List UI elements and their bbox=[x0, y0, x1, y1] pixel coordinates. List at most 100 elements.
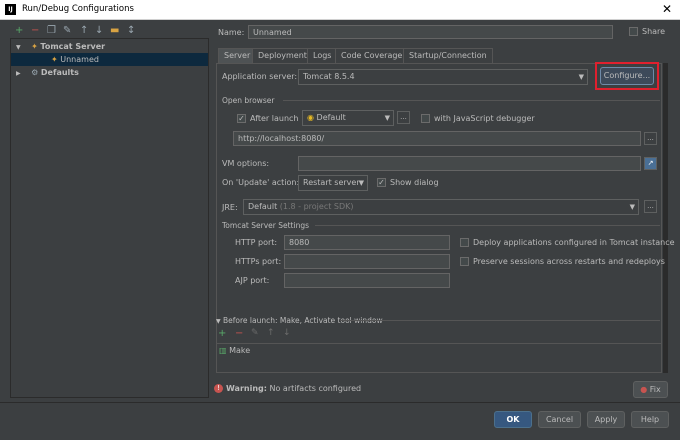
http-port-label: HTTP port: bbox=[235, 238, 278, 247]
tree-item-label: Defaults bbox=[40, 68, 79, 77]
url-more-button[interactable]: ... bbox=[644, 132, 657, 145]
tab-code-coverage[interactable]: Code Coverage bbox=[335, 48, 409, 63]
tomcat-config-icon: ✦ bbox=[51, 55, 58, 64]
after-launch-checkbox[interactable]: ✓ bbox=[237, 114, 246, 123]
browser-more-button[interactable]: ... bbox=[397, 111, 410, 124]
make-icon: ▥ bbox=[219, 346, 227, 355]
warning-prefix: Warning: bbox=[226, 384, 267, 393]
window-titlebar: IJ Run/Debug Configurations ✕ bbox=[0, 0, 680, 20]
sort-icon[interactable]: ↕ bbox=[127, 25, 135, 37]
folder-icon[interactable]: ▬ bbox=[110, 25, 119, 37]
before-launch-list bbox=[216, 343, 662, 373]
tab-server[interactable]: Server bbox=[218, 48, 257, 63]
apply-button[interactable]: Apply bbox=[587, 411, 625, 428]
share-checkbox[interactable] bbox=[629, 27, 638, 36]
tree-item-label: Unnamed bbox=[60, 55, 99, 64]
tomcat-icon: ✦ bbox=[31, 42, 38, 51]
ajp-port-input[interactable] bbox=[284, 273, 450, 288]
deploy-apps-label: Deploy applications configured in Tomcat… bbox=[473, 238, 675, 247]
edit-task-icon[interactable]: ✎ bbox=[251, 328, 259, 338]
jre-more-button[interactable]: ... bbox=[644, 200, 657, 213]
list-item[interactable]: ▥ Make bbox=[219, 344, 250, 357]
chevron-down-icon: ▼ bbox=[216, 318, 221, 325]
app-server-label: Application server: bbox=[222, 72, 298, 81]
preserve-sessions-checkbox[interactable] bbox=[460, 257, 469, 266]
share-label: Share bbox=[642, 27, 666, 36]
open-browser-title: Open browser bbox=[222, 96, 275, 105]
on-update-select[interactable]: Restart server ▼ bbox=[298, 175, 368, 191]
jre-hint: (1.8 - project SDK) bbox=[279, 202, 354, 211]
chrome-icon: ◉ bbox=[307, 113, 314, 122]
on-update-label: On 'Update' action: bbox=[222, 178, 300, 187]
tree-item-unnamed[interactable]: ✦ Unnamed bbox=[11, 53, 208, 66]
name-label: Name: bbox=[218, 28, 245, 37]
jre-select[interactable]: Default (1.8 - project SDK) ▼ bbox=[243, 199, 639, 215]
browser-value: Default bbox=[316, 113, 346, 122]
chevron-down-icon: ▼ bbox=[358, 179, 364, 187]
http-port-input[interactable]: 8080 bbox=[284, 235, 450, 250]
config-tree bbox=[10, 38, 209, 398]
chevron-down-icon: ▼ bbox=[578, 73, 584, 81]
show-dialog-checkbox[interactable]: ✓ bbox=[377, 178, 386, 187]
https-port-input[interactable] bbox=[284, 254, 450, 269]
move-down-icon[interactable]: ↓ bbox=[95, 25, 103, 37]
warning-text: No artifacts configured bbox=[269, 384, 362, 393]
tomcat-settings-title: Tomcat Server Settings bbox=[222, 221, 309, 230]
bulb-icon: ● bbox=[640, 385, 648, 394]
vm-options-label: VM options: bbox=[222, 159, 270, 168]
show-dialog-label: Show dialog bbox=[390, 178, 439, 187]
chevron-down-icon: ▼ bbox=[629, 203, 635, 211]
server-tab-panel bbox=[216, 63, 662, 373]
js-debugger-checkbox[interactable] bbox=[421, 114, 430, 123]
separator bbox=[0, 402, 680, 403]
browser-select[interactable]: ◉ Default ▼ bbox=[302, 110, 394, 126]
https-port-label: HTTPs port: bbox=[235, 257, 282, 266]
close-icon[interactable]: ✕ bbox=[662, 2, 672, 16]
panel-scrollbar[interactable] bbox=[663, 63, 668, 373]
help-button[interactable]: Help bbox=[631, 411, 669, 428]
jre-value: Default bbox=[248, 202, 278, 211]
chevron-right-icon: ▶ bbox=[16, 70, 21, 77]
name-input[interactable]: Unnamed bbox=[248, 25, 613, 39]
url-input[interactable]: http://localhost:8080/ bbox=[233, 131, 641, 146]
deploy-apps-checkbox[interactable] bbox=[460, 238, 469, 247]
fix-label: Fix bbox=[649, 385, 661, 394]
app-server-select[interactable]: Tomcat 8.5.4 ▼ bbox=[298, 69, 588, 85]
warning-message: Warning: No artifacts configured bbox=[226, 384, 361, 393]
move-down-icon[interactable]: ↓ bbox=[283, 328, 291, 338]
defaults-icon: ⚙ bbox=[31, 68, 39, 77]
separator bbox=[340, 320, 660, 321]
copy-icon[interactable]: ❐ bbox=[47, 25, 56, 37]
after-launch-label: After launch bbox=[250, 114, 299, 123]
task-label: Make bbox=[229, 346, 251, 355]
tree-item-label: Tomcat Server bbox=[40, 42, 106, 51]
separator bbox=[315, 225, 660, 226]
chevron-down-icon: ▼ bbox=[16, 44, 21, 51]
remove-task-icon[interactable]: − bbox=[235, 328, 243, 339]
js-debugger-label: with JavaScript debugger bbox=[434, 114, 535, 123]
on-update-value: Restart server bbox=[303, 178, 360, 187]
tab-deployment[interactable]: Deployment bbox=[252, 48, 313, 63]
add-icon[interactable]: + bbox=[15, 25, 23, 37]
cancel-button[interactable]: Cancel bbox=[538, 411, 581, 428]
tab-logs[interactable]: Logs bbox=[307, 48, 338, 63]
add-task-icon[interactable]: + bbox=[218, 328, 226, 339]
fix-button[interactable]: ● Fix bbox=[633, 381, 668, 398]
configure-button[interactable]: Configure... bbox=[600, 67, 654, 85]
move-up-icon[interactable]: ↑ bbox=[267, 328, 275, 338]
vm-options-input[interactable] bbox=[298, 156, 641, 171]
move-up-icon[interactable]: ↑ bbox=[80, 25, 88, 37]
remove-icon[interactable]: − bbox=[31, 25, 39, 37]
tree-item-defaults[interactable]: ▶ ⚙ Defaults bbox=[16, 66, 206, 79]
separator bbox=[283, 100, 660, 101]
tree-item-tomcat-server[interactable]: ▼ ✦ Tomcat Server bbox=[16, 40, 206, 53]
warning-icon: ! bbox=[214, 384, 223, 393]
wrench-icon[interactable]: ✎ bbox=[63, 25, 71, 37]
tab-startup-connection[interactable]: Startup/Connection bbox=[403, 48, 493, 63]
jre-label: JRE: bbox=[222, 203, 238, 212]
chevron-down-icon: ▼ bbox=[384, 114, 390, 122]
ok-button[interactable]: OK bbox=[494, 411, 532, 428]
intellij-app-icon: IJ bbox=[5, 4, 16, 15]
ajp-port-label: AJP port: bbox=[235, 276, 270, 285]
expand-icon[interactable]: ↗ bbox=[644, 157, 657, 170]
